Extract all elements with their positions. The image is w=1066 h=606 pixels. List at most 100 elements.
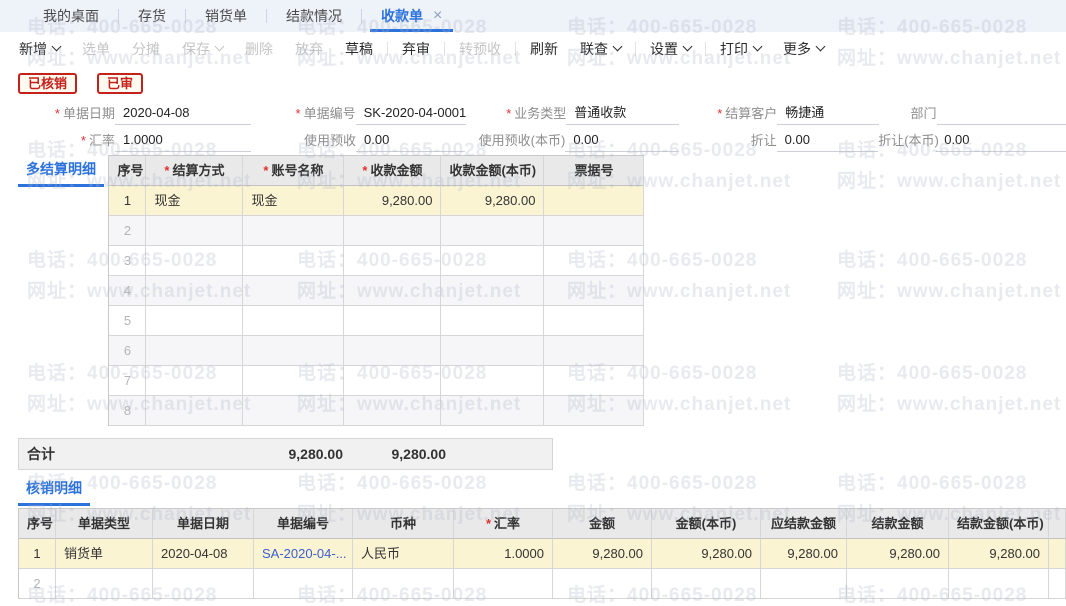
discount-base-field-value[interactable]: 0.00 — [936, 132, 1066, 152]
cell[interactable]: 2020-04-08 — [153, 539, 254, 569]
chevron-down-icon — [52, 42, 62, 52]
cell[interactable] — [441, 306, 544, 336]
used-prepayment-base-field-value[interactable]: 0.00 — [565, 132, 678, 152]
cell[interactable]: 销货单 — [56, 539, 153, 569]
more-button[interactable]: 更多 — [772, 39, 835, 59]
save-button[interactable]: 保存 — [171, 39, 234, 59]
cell[interactable] — [353, 569, 454, 599]
cell[interactable] — [344, 396, 441, 426]
refresh-button[interactable]: 刷新 — [519, 39, 569, 59]
cell[interactable] — [243, 216, 344, 246]
select-order-button[interactable]: 选单 — [71, 39, 121, 59]
cell[interactable] — [146, 396, 243, 426]
cell[interactable] — [243, 306, 344, 336]
exchange-rate-field-value[interactable]: 1.0000 — [115, 132, 251, 152]
add-button[interactable]: 新增 — [8, 39, 71, 59]
cell[interactable]: SA-2020-04-... — [254, 539, 353, 569]
cell[interactable]: 现金 — [243, 186, 344, 216]
tab-receipt-bill[interactable]: 收款单× — [368, 0, 455, 32]
cell[interactable] — [544, 246, 644, 276]
cell[interactable] — [146, 246, 243, 276]
cell[interactable] — [243, 396, 344, 426]
cell[interactable] — [544, 396, 644, 426]
cell[interactable] — [344, 216, 441, 246]
tab-sales-order[interactable]: 销货单 — [192, 0, 260, 32]
print-button[interactable]: 打印 — [709, 39, 772, 59]
cell[interactable]: 9,280.00 — [344, 186, 441, 216]
column-header: 应结款金额 — [761, 509, 847, 539]
toolbar-item-label: 分摊 — [132, 39, 160, 59]
cell[interactable] — [146, 336, 243, 366]
cell[interactable] — [146, 276, 243, 306]
used-prepayment-field-value[interactable]: 0.00 — [356, 132, 465, 152]
cell[interactable] — [761, 569, 847, 599]
cell[interactable]: 9,280.00 — [553, 539, 652, 569]
draft-button[interactable]: 草稿 — [334, 39, 384, 59]
tab-inventory[interactable]: 存货 — [125, 0, 179, 32]
cell[interactable] — [553, 569, 652, 599]
cell[interactable] — [544, 306, 644, 336]
chevron-down-icon — [215, 42, 225, 52]
cell[interactable] — [544, 336, 644, 366]
discard-button[interactable]: 放弃 — [284, 39, 334, 59]
cell[interactable] — [344, 306, 441, 336]
bill-date-field-value[interactable]: 2020-04-08 — [115, 105, 251, 125]
cell[interactable] — [153, 569, 254, 599]
tab-writeoff-detail[interactable]: 核销明细 — [18, 474, 90, 506]
cell[interactable]: 9,280.00 — [441, 186, 544, 216]
settlement-customer-field-value[interactable]: 畅捷通 — [777, 102, 878, 125]
cell[interactable]: 人民币 — [353, 539, 454, 569]
tab-label: 销货单 — [205, 6, 247, 26]
department-field-value[interactable] — [937, 105, 1066, 125]
cell[interactable] — [454, 569, 553, 599]
allocate-button[interactable]: 分摊 — [121, 39, 171, 59]
cell[interactable] — [254, 569, 353, 599]
cell[interactable] — [344, 366, 441, 396]
toolbar-item-label: 刷新 — [530, 39, 558, 59]
cell[interactable] — [441, 366, 544, 396]
cell[interactable] — [243, 366, 344, 396]
cell[interactable] — [146, 306, 243, 336]
cell[interactable]: 9,280.00 — [847, 539, 949, 569]
cell[interactable]: 1.0000 — [454, 539, 553, 569]
transfer-prepayment-button[interactable]: 转预收 — [448, 39, 512, 59]
discount-field-value[interactable]: 0.00 — [777, 132, 879, 152]
cell[interactable] — [243, 336, 344, 366]
cell[interactable] — [441, 396, 544, 426]
tab-my-desktop[interactable]: 我的桌面 — [30, 0, 112, 32]
cell[interactable] — [847, 569, 949, 599]
toolbar-item-label: 保存 — [182, 39, 210, 59]
tab-settlement-status[interactable]: 结款情况 — [273, 0, 355, 32]
cell[interactable]: 9,280.00 — [652, 539, 761, 569]
cell[interactable] — [441, 276, 544, 306]
unapprove-button[interactable]: 弃审 — [391, 39, 441, 59]
cell[interactable]: 现金 — [146, 186, 243, 216]
bill-no-field-value[interactable]: SK-2020-04-0001 — [356, 105, 467, 125]
cell[interactable] — [344, 246, 441, 276]
cell[interactable] — [652, 569, 761, 599]
cell[interactable] — [146, 366, 243, 396]
cell[interactable] — [56, 569, 153, 599]
cell[interactable] — [949, 569, 1049, 599]
cell[interactable]: 9,280.00 — [949, 539, 1049, 569]
settings-button[interactable]: 设置 — [639, 39, 702, 59]
close-icon[interactable]: × — [433, 8, 442, 24]
cell[interactable] — [441, 336, 544, 366]
linked-query-button[interactable]: 联查 — [569, 39, 632, 59]
cell[interactable] — [344, 276, 441, 306]
cell[interactable] — [441, 246, 544, 276]
delete-button[interactable]: 删除 — [234, 39, 284, 59]
business-type-field-value[interactable]: 普通收款 — [566, 102, 679, 125]
tab-settlement-detail[interactable]: 多结算明细 — [18, 155, 104, 187]
cell[interactable] — [544, 276, 644, 306]
cell[interactable] — [344, 336, 441, 366]
cell[interactable] — [441, 216, 544, 246]
bill-no-field: *单据编号SK-2020-04-0001 — [251, 98, 467, 125]
cell[interactable] — [146, 216, 243, 246]
cell[interactable] — [544, 366, 644, 396]
cell[interactable]: 9,280.00 — [761, 539, 847, 569]
cell[interactable] — [243, 276, 344, 306]
cell[interactable] — [544, 216, 644, 246]
cell[interactable] — [544, 186, 644, 216]
cell[interactable] — [243, 246, 344, 276]
